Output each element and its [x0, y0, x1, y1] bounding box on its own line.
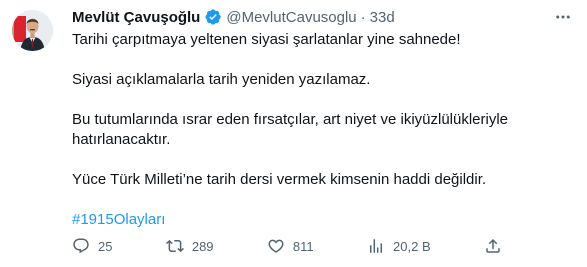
heart-icon — [268, 239, 284, 253]
tweet-text: Tarihi çarpıtmaya yeltenen siyasi şarlat… — [72, 30, 573, 230]
tweet-paragraph: Bu tutumlarında ısrar eden fırsatçılar, … — [72, 111, 509, 148]
tweet-card[interactable]: Mevlüt Çavuşoğlu @MevlutCavusoglu · 33d … — [0, 0, 587, 267]
tweet-timestamp[interactable]: 33d — [370, 9, 395, 26]
hashtag-link[interactable]: #1915Olayları — [72, 211, 165, 228]
like-button[interactable]: 811 — [267, 236, 314, 256]
retweet-button[interactable]: 289 — [165, 236, 214, 256]
share-button[interactable] — [484, 236, 502, 256]
verified-badge-icon — [204, 8, 222, 26]
tweet-content: Mevlüt Çavuşoğlu @MevlutCavusoglu · 33d … — [72, 6, 573, 230]
avatar-image — [12, 10, 53, 51]
avatar[interactable] — [12, 10, 53, 51]
views-bar-chart-icon — [370, 239, 383, 253]
share-icon — [486, 238, 500, 253]
like-count: 811 — [292, 238, 314, 254]
views-button[interactable]: 20,2 B — [367, 236, 431, 256]
retweet-icon — [165, 239, 184, 253]
author-name[interactable]: Mevlüt Çavuşoğlu — [72, 9, 200, 26]
more-dots-icon[interactable] — [553, 8, 573, 26]
tweet-paragraph: Yüce Türk Milleti’ne tarih dersi vermek … — [72, 171, 487, 188]
views-count: 20,2 B — [393, 238, 431, 254]
tweet-paragraph: Siyasi açıklamalarla tarih yeniden yazıl… — [72, 71, 371, 88]
tweet-header: Mevlüt Çavuşoğlu @MevlutCavusoglu · 33d — [72, 6, 573, 28]
separator-dot: · — [360, 8, 366, 26]
tweet-actions: 25 289 811 20,2 B — [72, 236, 502, 256]
reply-count: 25 — [98, 238, 113, 254]
reply-icon — [73, 238, 89, 254]
tweet-paragraph: Tarihi çarpıtmaya yeltenen siyasi şarlat… — [72, 31, 461, 48]
retweet-count: 289 — [191, 238, 214, 254]
author-handle[interactable]: @MevlutCavusoglu — [226, 9, 356, 26]
reply-button[interactable]: 25 — [72, 236, 112, 256]
